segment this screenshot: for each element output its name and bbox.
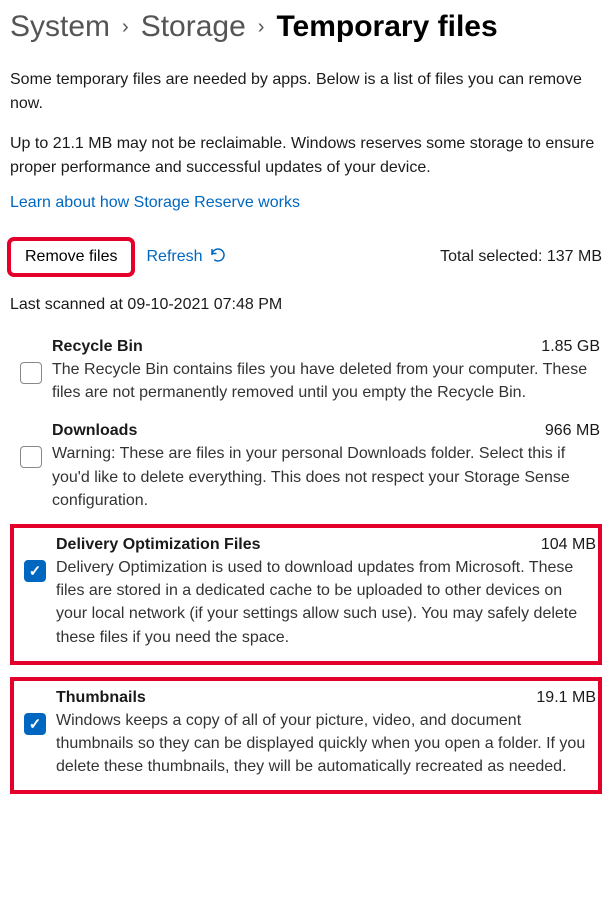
refresh-button[interactable]: Refresh: [146, 246, 226, 269]
action-row: Remove files Refresh Total selected: 137…: [10, 240, 602, 274]
category-head: Thumbnails 19.1 MB: [56, 689, 596, 707]
category-checkbox[interactable]: [24, 560, 46, 582]
category-body: Downloads 966 MB Warning: These are files …: [52, 422, 600, 512]
file-category-item: Recycle Bin 1.85 GB The Recycle Bin contai…: [10, 332, 602, 416]
chevron-right-icon: ›: [122, 16, 129, 39]
category-head: Downloads 966 MB: [52, 422, 600, 440]
breadcrumb: System › Storage › Temporary files: [10, 10, 602, 44]
category-body: Thumbnails 19.1 MB Windows keeps a copy of…: [56, 689, 596, 779]
category-description: Warning: These are files in your persona…: [52, 442, 600, 512]
category-description: The Recycle Bin contains files you have …: [52, 358, 600, 404]
category-head: Recycle Bin 1.85 GB: [52, 338, 600, 356]
total-selected: Total selected: 137 MB: [440, 248, 602, 266]
category-size: 104 MB: [541, 536, 596, 554]
category-body: Delivery Optimization Files104 MBDeliver…: [56, 536, 596, 649]
category-size: 19.1 MB: [536, 689, 596, 707]
breadcrumb-current: Temporary files: [276, 10, 497, 44]
category-title: Thumbnails: [56, 689, 146, 707]
total-selected-value: 137 MB: [547, 248, 602, 265]
category-title: Recycle Bin: [52, 338, 143, 356]
category-description: Windows keeps a copy of all of your pict…: [56, 709, 596, 779]
category-title: Downloads: [52, 422, 137, 440]
remove-files-button[interactable]: Remove files: [10, 240, 132, 274]
category-body: Recycle Bin 1.85 GB The Recycle Bin contai…: [52, 338, 600, 404]
category-checkbox[interactable]: [20, 446, 42, 468]
breadcrumb-system[interactable]: System: [10, 10, 110, 44]
refresh-icon: [209, 246, 227, 269]
category-description: Delivery Optimization is used to downloa…: [56, 556, 596, 649]
intro-text-1: Some temporary files are needed by apps.…: [10, 68, 602, 116]
file-category-item: Downloads 966 MB Warning: These are files …: [10, 416, 602, 524]
intro-text-2: Up to 21.1 MB may not be reclaimable. Wi…: [10, 132, 602, 180]
category-checkbox[interactable]: [20, 362, 42, 384]
category-head: Delivery Optimization Files 104 MB: [56, 536, 596, 554]
file-category-item: Delivery Optimization Files104 MBDeliver…: [10, 524, 602, 665]
category-size: 966 MB: [545, 422, 600, 440]
category-checkbox[interactable]: [24, 713, 46, 735]
learn-storage-reserve-link[interactable]: Learn about how Storage Reserve works: [10, 194, 300, 212]
chevron-right-icon: ›: [258, 16, 265, 39]
category-title: Delivery Optimization Files: [56, 536, 261, 554]
total-selected-label: Total selected:: [440, 248, 542, 265]
refresh-label: Refresh: [146, 248, 202, 266]
breadcrumb-storage[interactable]: Storage: [141, 10, 246, 44]
file-category-item: Thumbnails 19.1 MB Windows keeps a copy of…: [10, 677, 602, 795]
category-size: 1.85 GB: [541, 338, 600, 356]
last-scanned-text: Last scanned at 09-10-2021 07:48 PM: [10, 296, 602, 314]
